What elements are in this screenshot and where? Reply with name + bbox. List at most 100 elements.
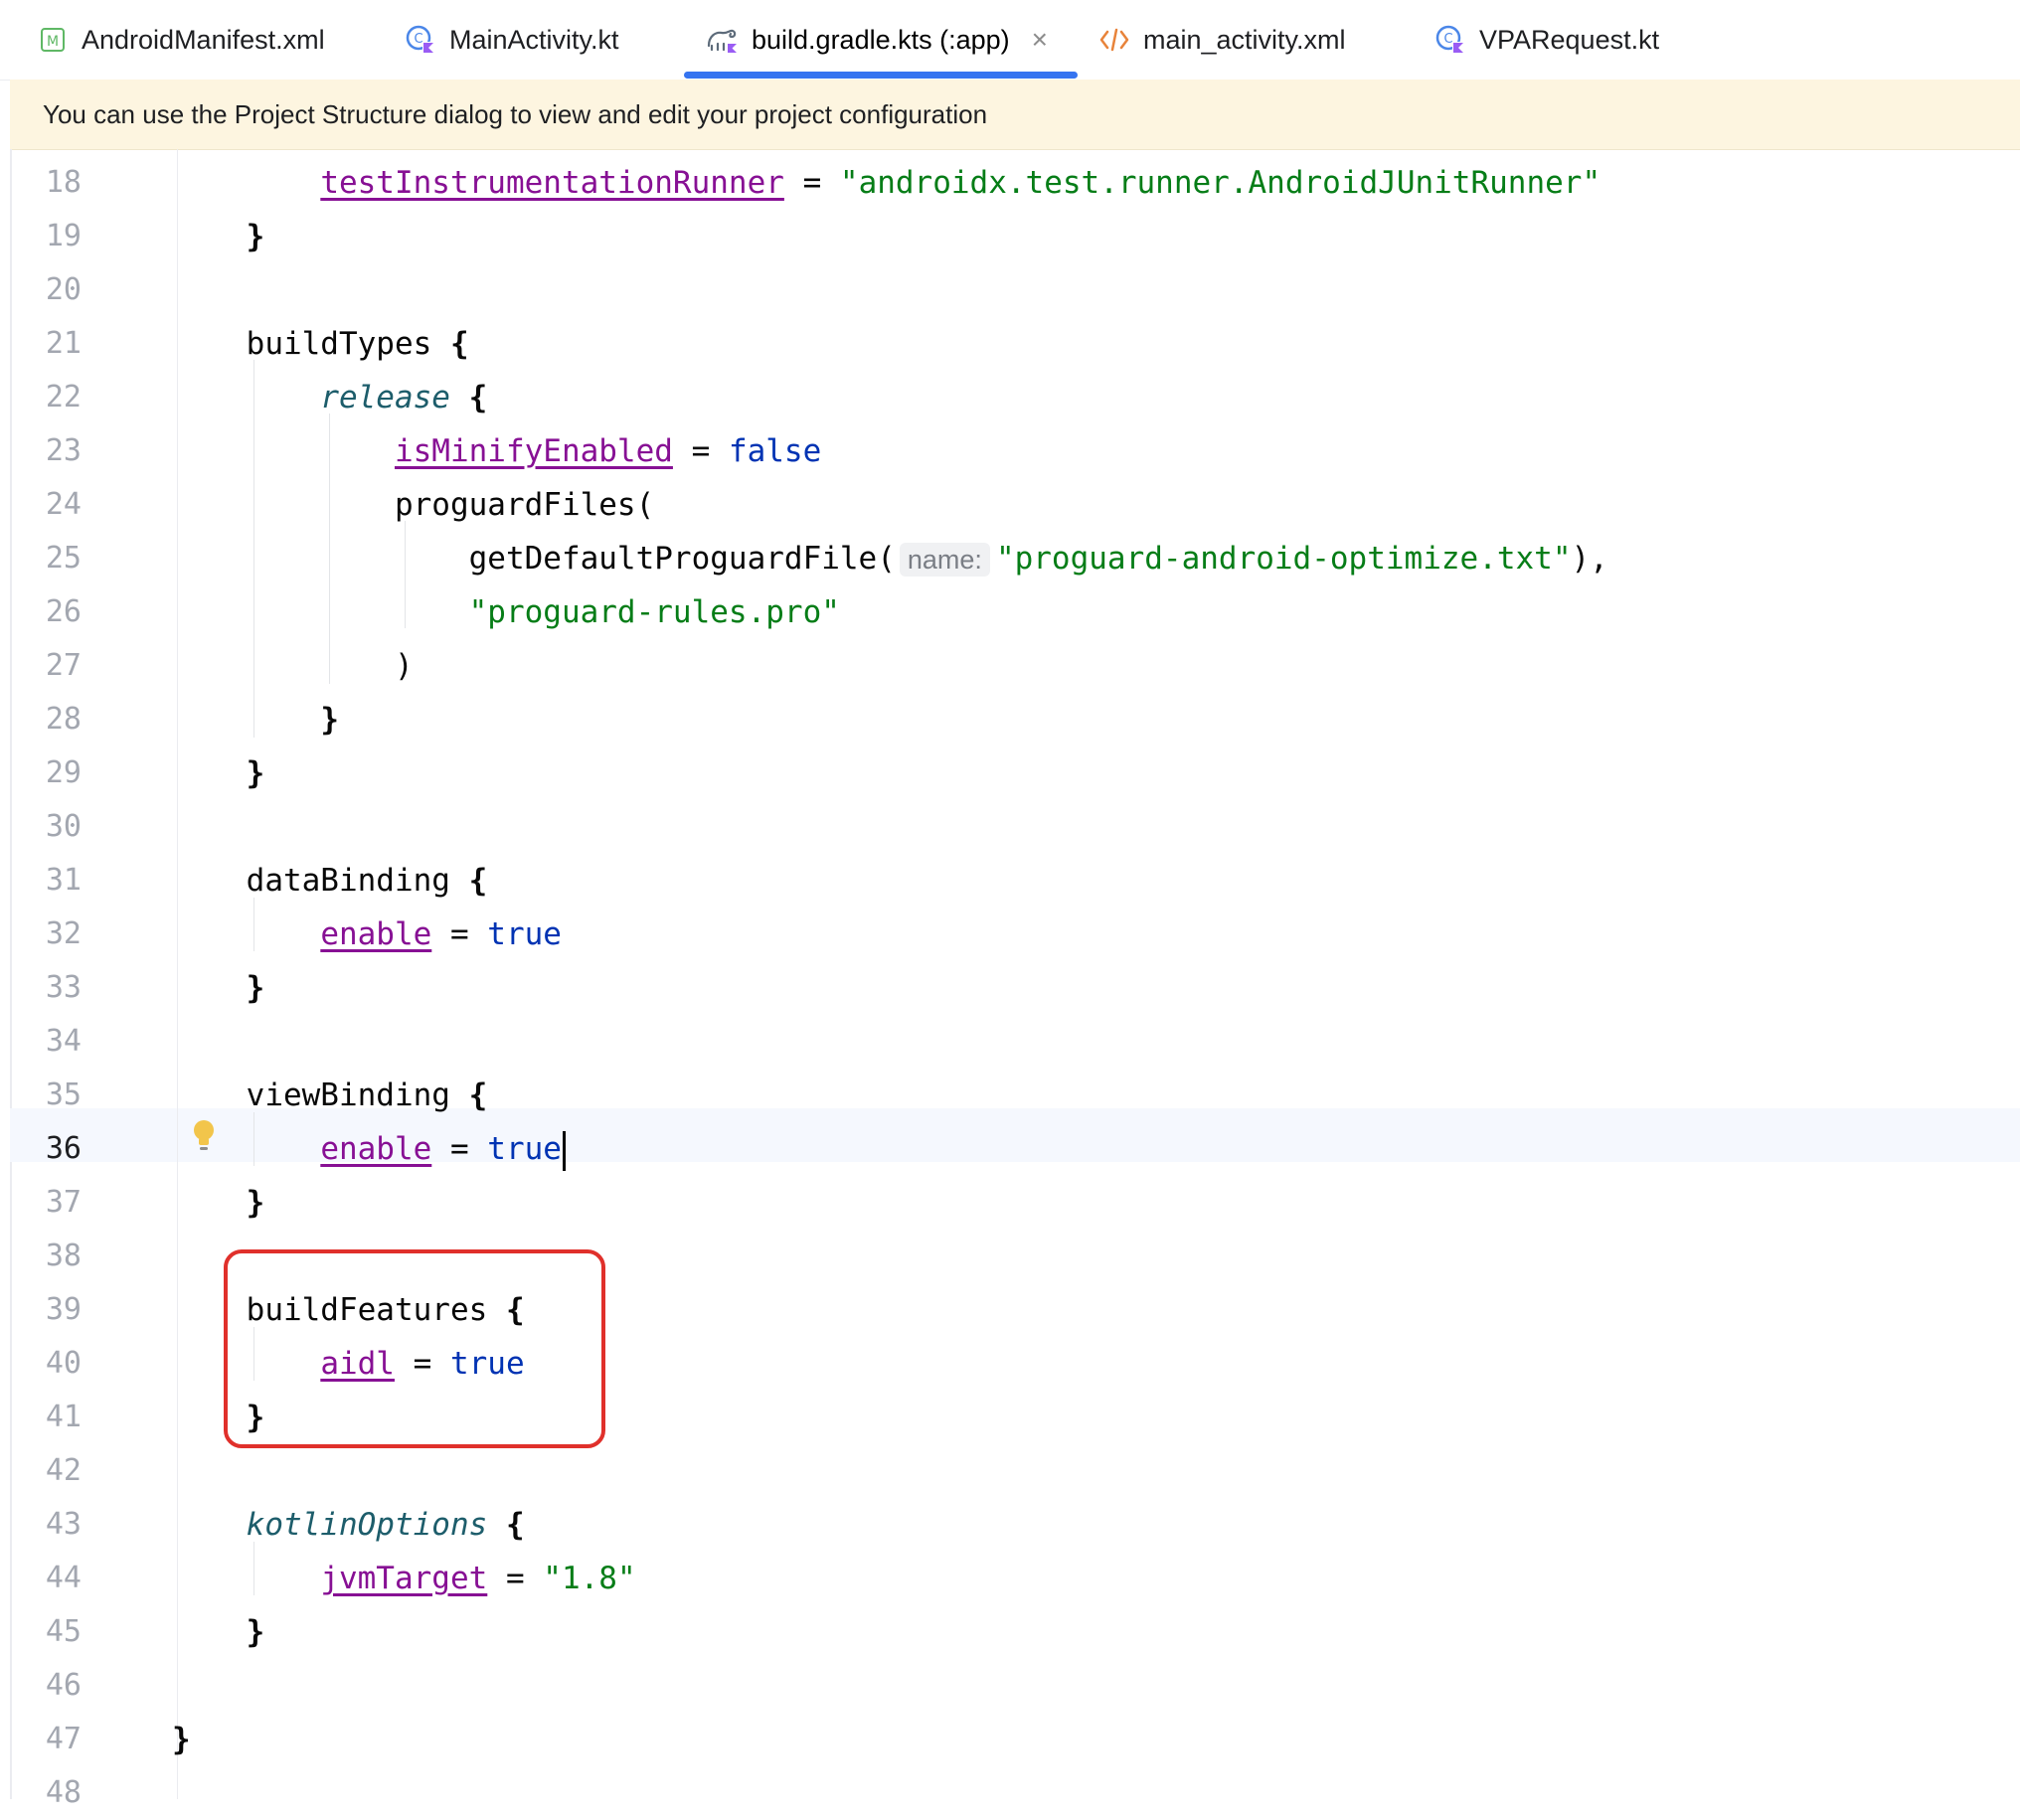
xml-icon xyxy=(1097,23,1131,57)
code-line[interactable]: 26 "proguard-rules.pro" xyxy=(10,585,2020,639)
close-icon[interactable]: × xyxy=(1032,26,1048,54)
line-number: 34 xyxy=(45,1024,82,1059)
svg-text:C: C xyxy=(1443,32,1452,47)
text-caret xyxy=(562,1130,566,1171)
line-number: 18 xyxy=(45,165,82,200)
parameter-hint: name: xyxy=(899,543,990,577)
code-line[interactable]: 35 viewBinding { xyxy=(10,1069,2020,1122)
code-token: } xyxy=(172,1722,191,1757)
line-number: 23 xyxy=(45,433,82,468)
tab-vparequest[interactable]: C VPARequest.kt xyxy=(1433,0,1659,80)
line-code: viewBinding { xyxy=(172,1069,488,1122)
line-code: dataBinding { xyxy=(172,854,488,908)
code-line[interactable]: 19 } xyxy=(10,210,2020,263)
svg-text:M: M xyxy=(47,34,59,50)
line-code: testInstrumentationRunner = "androidx.te… xyxy=(172,156,1600,210)
code-token: "proguard-android-optimize.txt" xyxy=(995,541,1572,577)
code-line[interactable]: 24 proguardFiles( xyxy=(10,478,2020,532)
code-line[interactable]: 43 kotlinOptions { xyxy=(10,1498,2020,1552)
tab-label: build.gradle.kts (:app) xyxy=(752,24,1010,55)
line-number: 30 xyxy=(45,809,82,844)
line-number: 19 xyxy=(45,219,82,253)
build-features-highlight xyxy=(224,1249,605,1448)
code-token: kotlinOptions xyxy=(246,1507,488,1543)
line-code: enable = true xyxy=(172,1122,566,1176)
line-code: getDefaultProguardFile(name: "proguard-an… xyxy=(172,532,1608,586)
code-line[interactable]: 32 enable = true xyxy=(10,908,2020,961)
code-line[interactable]: 18 testInstrumentationRunner = "androidx… xyxy=(10,156,2020,210)
code-line[interactable]: 25 getDefaultProguardFile(name: "proguard… xyxy=(10,532,2020,585)
code-token: = xyxy=(783,165,840,201)
tab-androidmanifest[interactable]: M AndroidManifest.xml xyxy=(36,0,325,80)
active-tab-indicator xyxy=(684,72,1078,79)
line-code: } xyxy=(172,1713,191,1766)
line-code: } xyxy=(172,961,265,1015)
code-token: ), xyxy=(1571,541,1608,577)
code-line[interactable]: 33 } xyxy=(10,961,2020,1015)
code-line[interactable]: 46 xyxy=(10,1659,2020,1713)
line-code: } xyxy=(172,746,265,800)
tab-label: VPARequest.kt xyxy=(1479,24,1660,55)
code-token: viewBinding xyxy=(246,1077,469,1113)
code-line[interactable]: 29 } xyxy=(10,746,2020,800)
line-code: isMinifyEnabled = false xyxy=(172,424,821,478)
code-token: } xyxy=(246,970,265,1006)
code-token: } xyxy=(246,755,265,791)
gradle-icon xyxy=(706,23,740,57)
line-code: } xyxy=(172,1176,265,1230)
tab-label: MainActivity.kt xyxy=(449,24,619,55)
lightbulb-icon[interactable] xyxy=(189,1118,219,1154)
code-line[interactable]: 47} xyxy=(10,1713,2020,1766)
code-line[interactable]: 28 } xyxy=(10,693,2020,746)
code-line[interactable]: 42 xyxy=(10,1444,2020,1498)
code-line[interactable]: 34 xyxy=(10,1015,2020,1069)
code-line[interactable]: 31 dataBinding { xyxy=(10,854,2020,908)
line-number: 31 xyxy=(45,863,82,898)
line-number: 46 xyxy=(45,1668,82,1703)
code-line[interactable]: 20 xyxy=(10,263,2020,317)
tab-mainactivity[interactable]: C MainActivity.kt xyxy=(404,0,619,80)
code-token: testInstrumentationRunner xyxy=(320,165,784,201)
line-code: proguardFiles( xyxy=(172,478,654,532)
line-number: 38 xyxy=(45,1239,82,1273)
line-code: kotlinOptions { xyxy=(172,1498,525,1552)
line-number: 35 xyxy=(45,1077,82,1112)
kotlin-class-icon: C xyxy=(1433,23,1467,57)
line-code: } xyxy=(172,1605,265,1659)
code-line[interactable]: 48 xyxy=(10,1766,2020,1820)
code-editor[interactable]: 18 testInstrumentationRunner = "androidx… xyxy=(10,149,2020,1810)
tab-build-gradle[interactable]: build.gradle.kts (:app) × xyxy=(706,0,1048,80)
code-token: } xyxy=(246,219,265,254)
line-number: 29 xyxy=(45,755,82,790)
tab-main-activity-xml[interactable]: main_activity.xml xyxy=(1097,0,1346,80)
code-token: "proguard-rules.pro" xyxy=(468,594,840,630)
code-line[interactable]: 27 ) xyxy=(10,639,2020,693)
code-line[interactable]: 21 buildTypes { xyxy=(10,317,2020,371)
code-token: { xyxy=(468,380,488,415)
code-token: enable xyxy=(320,1131,432,1167)
code-token: getDefaultProguardFile( xyxy=(468,541,896,577)
code-line[interactable]: 37 } xyxy=(10,1176,2020,1230)
code-token: false xyxy=(728,433,822,469)
line-number: 37 xyxy=(45,1185,82,1220)
code-line[interactable]: 30 xyxy=(10,800,2020,854)
banner-text: You can use the Project Structure dialog… xyxy=(43,98,988,129)
line-number: 47 xyxy=(45,1722,82,1756)
manifest-icon: M xyxy=(36,23,70,57)
line-number: 41 xyxy=(45,1400,82,1434)
line-number: 43 xyxy=(45,1507,82,1542)
svg-text:C: C xyxy=(414,32,422,47)
line-number: 48 xyxy=(45,1775,82,1810)
code-token: buildTypes xyxy=(246,326,450,362)
code-token: { xyxy=(505,1507,525,1543)
code-line[interactable]: 23 isMinifyEnabled = false xyxy=(10,424,2020,478)
tab-label: main_activity.xml xyxy=(1143,24,1346,55)
code-line[interactable]: 45 } xyxy=(10,1605,2020,1659)
code-line[interactable]: 44 jvmTarget = "1.8" xyxy=(10,1552,2020,1605)
code-line[interactable]: 22 release { xyxy=(10,371,2020,424)
line-code: } xyxy=(172,693,339,746)
code-token: jvmTarget xyxy=(320,1561,488,1596)
code-token: "1.8" xyxy=(543,1561,636,1596)
code-line[interactable]: 36 enable = true xyxy=(10,1122,2020,1176)
line-number: 44 xyxy=(45,1561,82,1595)
